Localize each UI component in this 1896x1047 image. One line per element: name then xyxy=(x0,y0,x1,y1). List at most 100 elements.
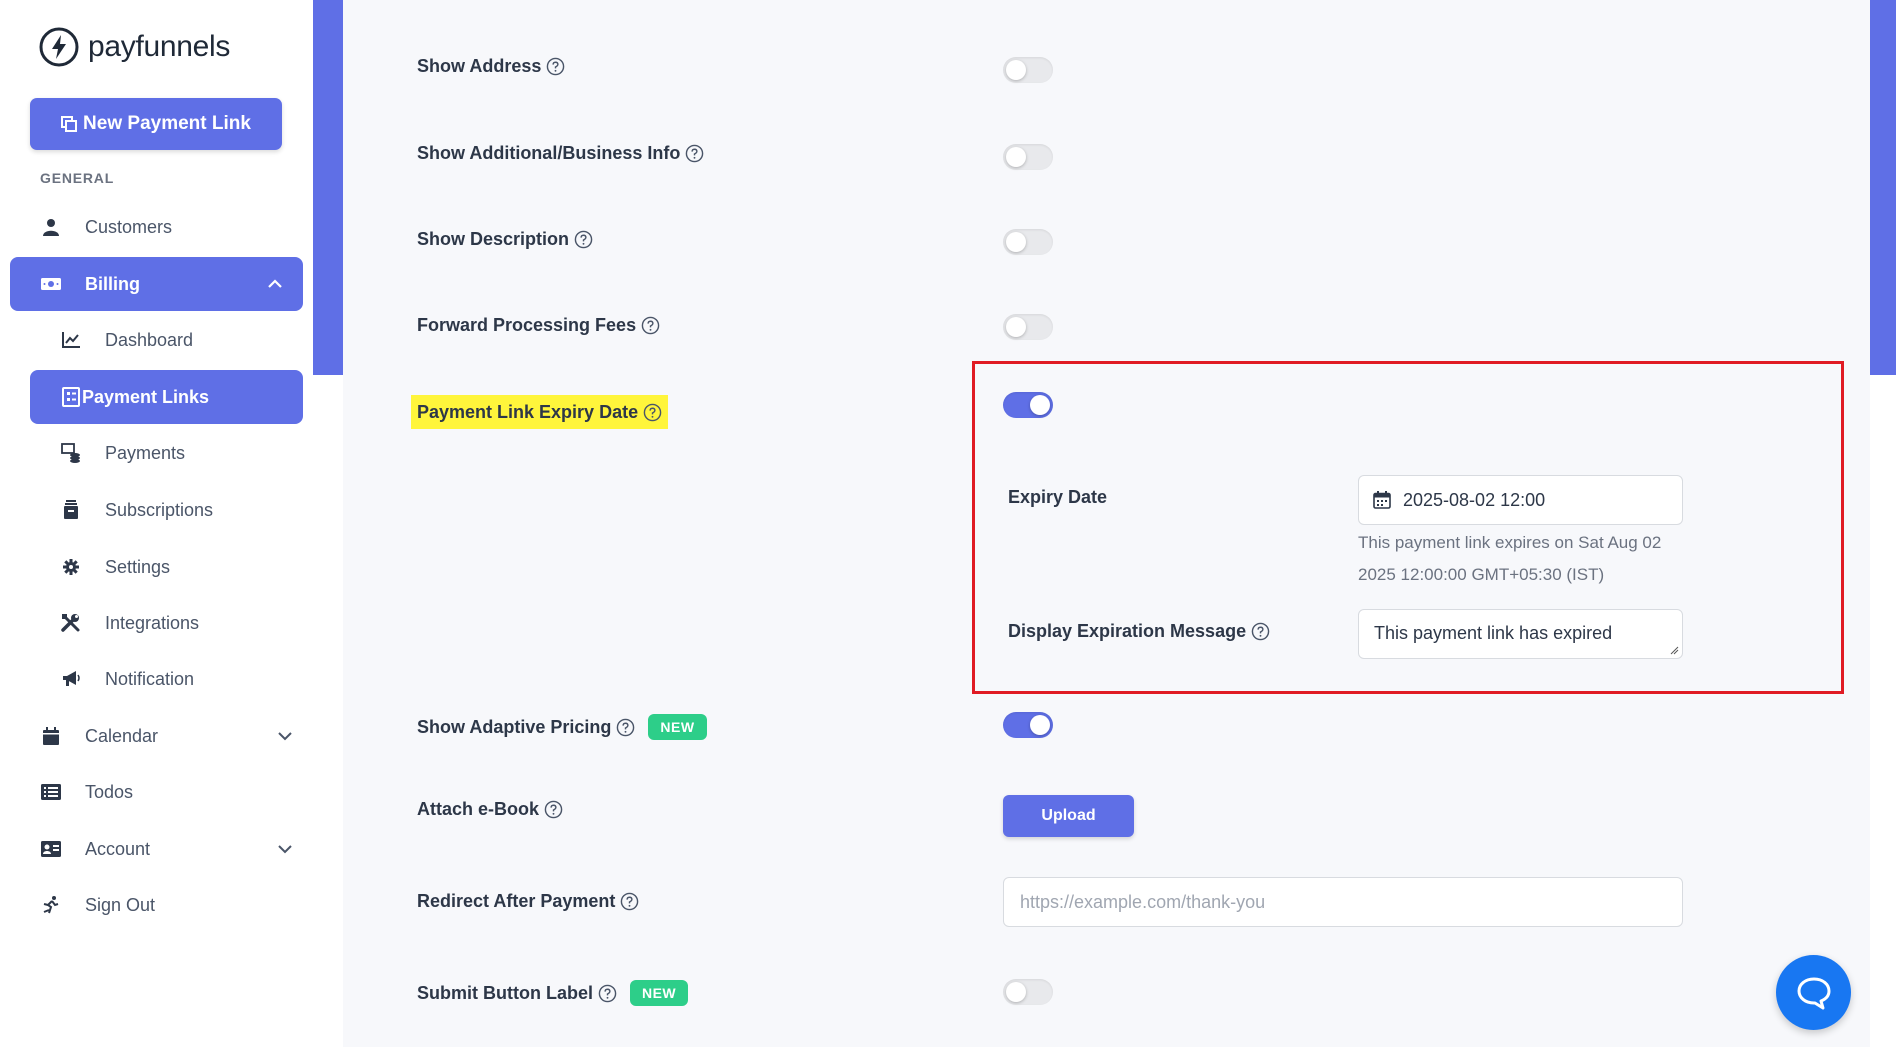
sidebar-item-todos[interactable]: Todos xyxy=(40,765,295,819)
show-address-toggle[interactable] xyxy=(1003,57,1053,83)
toggle-knob xyxy=(1030,395,1050,415)
show-business-info-toggle[interactable] xyxy=(1003,144,1053,170)
redirect-text: Redirect After Payment xyxy=(417,890,616,911)
new-payment-link-button[interactable]: New Payment Link xyxy=(30,98,282,150)
upload-button[interactable]: Upload xyxy=(1003,795,1134,837)
show-business-info-label: Show Additional/Business Info xyxy=(417,140,704,166)
adaptive-pricing-toggle[interactable] xyxy=(1003,712,1053,738)
forward-fees-text: Forward Processing Fees xyxy=(417,314,637,335)
help-icon[interactable] xyxy=(546,57,565,76)
toggle-knob xyxy=(1006,147,1026,167)
expiration-message-textarea[interactable]: This payment link has expired xyxy=(1358,609,1683,659)
sidebar-item-notification[interactable]: Notification xyxy=(60,652,303,706)
submit-label-text: Submit Button Label xyxy=(417,982,593,1003)
redirect-url-input[interactable] xyxy=(1003,877,1683,927)
help-icon[interactable] xyxy=(643,403,662,422)
expiry-date-toggle[interactable] xyxy=(1003,392,1053,418)
sidebar-item-label: Settings xyxy=(105,556,171,577)
attach-ebook-label: Attach e-Book xyxy=(417,796,563,822)
toggle-knob xyxy=(1006,982,1026,1002)
help-icon[interactable] xyxy=(641,316,660,335)
sidebar-item-label: Calendar xyxy=(85,725,159,746)
chat-bubble-icon xyxy=(1797,977,1830,1009)
toggle-knob xyxy=(1006,317,1026,337)
show-description-toggle[interactable] xyxy=(1003,229,1053,255)
sidebar-item-account[interactable]: Account xyxy=(40,822,295,876)
chart-line-icon xyxy=(60,329,82,351)
help-icon[interactable] xyxy=(685,144,704,163)
attach-ebook-text: Attach e-Book xyxy=(417,798,540,819)
expiry-date-text: Payment Link Expiry Date xyxy=(417,401,639,422)
sidebar-item-payment-links[interactable]: Payment Links xyxy=(30,370,303,424)
expiry-date-value: 2025-08-02 12:00 xyxy=(1403,489,1546,510)
user-icon xyxy=(40,216,62,238)
sidebar-item-payments[interactable]: Payments xyxy=(60,426,303,480)
brand-name: payfunnels xyxy=(88,30,231,63)
megaphone-icon xyxy=(60,668,82,690)
sidebar-item-dashboard[interactable]: Dashboard xyxy=(60,313,303,367)
header-band-left xyxy=(313,0,343,375)
sidebar-item-label: Customers xyxy=(85,216,173,237)
chevron-up-icon xyxy=(268,279,282,288)
brand-logo[interactable]: payfunnels xyxy=(38,26,230,68)
sidebar-item-label: Todos xyxy=(85,781,134,802)
expiry-date-input[interactable]: 2025-08-02 12:00 xyxy=(1358,475,1683,525)
list-icon xyxy=(40,781,62,803)
new-badge: NEW xyxy=(648,714,707,740)
header-band-right xyxy=(1870,0,1896,375)
toggle-knob xyxy=(1030,715,1050,735)
adaptive-pricing-text: Show Adaptive Pricing xyxy=(417,716,612,737)
sidebar-item-label: Account xyxy=(85,838,151,859)
new-payment-link-label: New Payment Link xyxy=(83,113,251,134)
id-card-icon xyxy=(40,838,62,860)
redirect-label: Redirect After Payment xyxy=(417,888,639,914)
expiry-date-hint: This payment link expires on Sat Aug 02 … xyxy=(1358,533,1662,584)
sidebar-item-label: Sign Out xyxy=(85,894,156,915)
sidebar-item-label: Payment Links xyxy=(82,386,210,407)
help-icon[interactable] xyxy=(1251,622,1270,641)
sidebar-item-settings[interactable]: Settings xyxy=(60,540,303,594)
archive-icon xyxy=(60,499,82,521)
section-general-label: GENERAL xyxy=(40,170,115,186)
help-icon[interactable] xyxy=(544,800,563,819)
chevron-down-icon xyxy=(278,845,292,854)
sidebar: payfunnels New Payment Link GENERAL Cust… xyxy=(0,0,313,1047)
help-icon[interactable] xyxy=(574,230,593,249)
sidebar-item-calendar[interactable]: Calendar xyxy=(40,709,295,763)
sidebar-item-billing[interactable]: Billing xyxy=(10,257,303,311)
sidebar-item-label: Notification xyxy=(105,668,195,689)
adaptive-pricing-label: Show Adaptive Pricing NEW xyxy=(417,710,707,744)
expiration-message-text: Display Expiration Message xyxy=(1008,621,1247,641)
chat-support-button[interactable] xyxy=(1776,955,1851,1030)
help-icon[interactable] xyxy=(620,892,639,911)
toggle-knob xyxy=(1006,232,1026,252)
help-icon[interactable] xyxy=(616,718,635,737)
show-description-text: Show Description xyxy=(417,228,570,249)
submit-label-label: Submit Button Label NEW xyxy=(417,976,689,1010)
sidebar-item-label: Integrations xyxy=(105,612,200,633)
forward-fees-label: Forward Processing Fees xyxy=(417,312,660,338)
sidebar-item-label: Subscriptions xyxy=(105,499,214,520)
running-icon xyxy=(40,894,62,916)
show-description-label: Show Description xyxy=(417,226,593,252)
help-icon[interactable] xyxy=(598,984,617,1003)
show-address-text: Show Address xyxy=(417,55,542,76)
sidebar-item-label: Dashboard xyxy=(105,329,194,350)
money-bill-icon xyxy=(40,273,62,295)
sidebar-item-integrations[interactable]: Integrations xyxy=(60,596,303,650)
payments-icon xyxy=(60,442,82,464)
calendar-icon xyxy=(1373,491,1391,509)
receipt-icon xyxy=(60,386,82,408)
sidebar-item-customers[interactable]: Customers xyxy=(40,200,295,254)
sidebar-item-sign-out[interactable]: Sign Out xyxy=(40,878,295,932)
toggle-knob xyxy=(1006,60,1026,80)
sidebar-item-label: Payments xyxy=(105,442,186,463)
sidebar-item-subscriptions[interactable]: Subscriptions xyxy=(60,483,303,537)
calendar-icon xyxy=(40,725,62,747)
resize-grip-icon[interactable] xyxy=(1670,646,1679,655)
chevron-down-icon xyxy=(278,732,292,741)
lightning-logo-icon xyxy=(39,27,79,67)
expiration-message-value: This payment link has expired xyxy=(1374,623,1613,643)
submit-label-toggle[interactable] xyxy=(1003,979,1053,1005)
forward-fees-toggle[interactable] xyxy=(1003,314,1053,340)
